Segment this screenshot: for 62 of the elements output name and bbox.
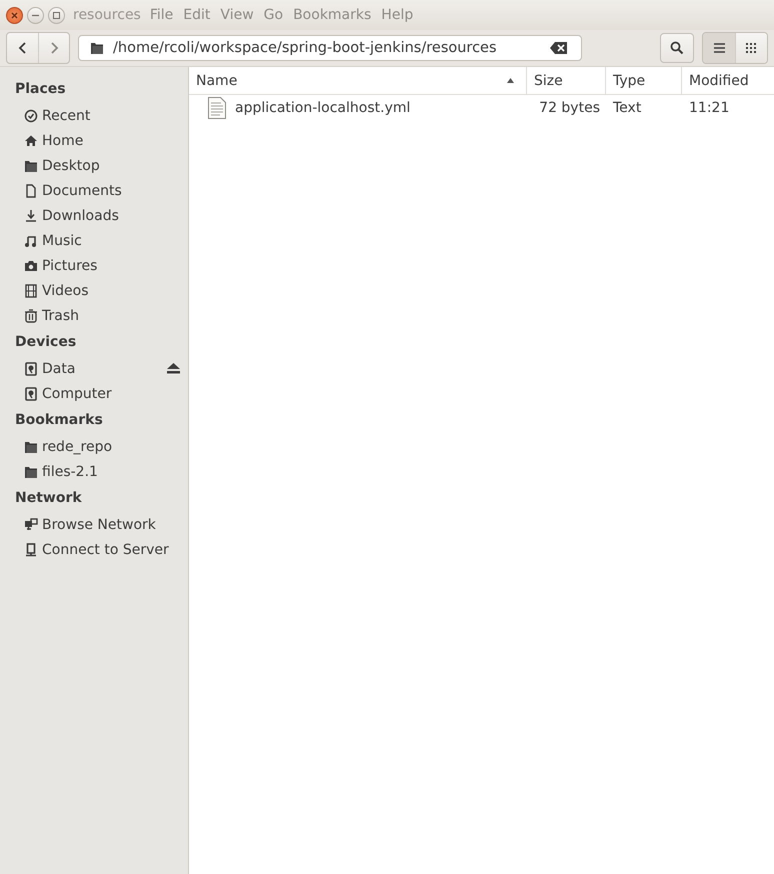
document-icon: [24, 184, 38, 198]
sidebar-item[interactable]: Browse Network: [0, 512, 188, 537]
maximize-button[interactable]: [48, 6, 65, 24]
sidebar-item[interactable]: Downloads: [0, 203, 188, 228]
sidebar-item[interactable]: Data: [0, 356, 188, 381]
location-field[interactable]: /home/rcoli/workspace/spring-boot-jenkins/resources: [78, 35, 582, 61]
file-size: 72 bytes: [539, 100, 600, 116]
film-icon: [24, 284, 38, 298]
clock-icon: [24, 108, 38, 122]
file-modified: 11:21: [689, 100, 730, 116]
eject-icon[interactable]: [167, 363, 180, 374]
search-icon: [670, 41, 684, 55]
text-file-icon: [207, 96, 227, 120]
chevron-right-icon: [49, 41, 59, 55]
folder-icon: [24, 158, 38, 172]
file-type: Text: [613, 100, 642, 116]
sidebar-item[interactable]: Documents: [0, 178, 188, 203]
search-button[interactable]: [660, 33, 694, 63]
file-row[interactable]: application-localhost.yml 72 bytes Text 11:21: [189, 95, 774, 121]
server-icon: [24, 542, 38, 556]
sidebar-item[interactable]: Pictures: [0, 253, 188, 278]
sidebar-item[interactable]: Home: [0, 128, 188, 153]
network-icon: [24, 518, 38, 532]
column-header[interactable]: Name: [189, 67, 527, 94]
window-title: resources: [73, 7, 141, 23]
download-icon: [24, 208, 38, 222]
folder-icon: [24, 464, 38, 478]
folder-icon: [89, 41, 105, 55]
sidebar-item[interactable]: Recent: [0, 103, 188, 128]
sidebar-item[interactable]: files-2.1: [0, 459, 188, 484]
sidebar-item[interactable]: Connect to Server: [0, 537, 188, 562]
minimize-button[interactable]: [27, 6, 44, 24]
close-button[interactable]: [6, 6, 23, 24]
chevron-left-icon: [18, 41, 28, 55]
music-icon: [24, 234, 38, 248]
drive-icon: [24, 362, 38, 376]
close-icon: [11, 12, 18, 18]
sidebar-item[interactable]: Computer: [0, 381, 188, 406]
section-heading: Devices: [14, 333, 76, 352]
folder-icon: [24, 440, 38, 454]
sidebar-item[interactable]: Music: [0, 228, 188, 253]
column-header[interactable]: Type: [606, 67, 682, 94]
home-icon: [24, 134, 38, 148]
trash-icon: [24, 308, 38, 322]
file-name: application-localhost.yml: [235, 100, 410, 116]
section-heading: Places: [14, 80, 66, 99]
grid-icon: [746, 42, 757, 54]
section-heading: Bookmarks: [14, 411, 103, 430]
list-view-button[interactable]: [703, 33, 735, 63]
sidebar-item[interactable]: Desktop: [0, 153, 188, 178]
list-icon: [714, 43, 724, 53]
column-header[interactable]: Modified: [682, 67, 774, 94]
maximize-icon: [53, 12, 60, 18]
camera-icon: [24, 258, 38, 272]
section-heading: Network: [14, 489, 82, 508]
sidebar-item[interactable]: Trash: [0, 303, 188, 328]
clear-icon[interactable]: [550, 42, 567, 54]
column-header[interactable]: Size: [527, 67, 606, 94]
sidebar-item[interactable]: rede_repo: [0, 434, 188, 459]
sidebar-item[interactable]: Videos: [0, 278, 188, 303]
drive-icon: [24, 386, 38, 400]
grid-view-button[interactable]: [735, 33, 767, 63]
